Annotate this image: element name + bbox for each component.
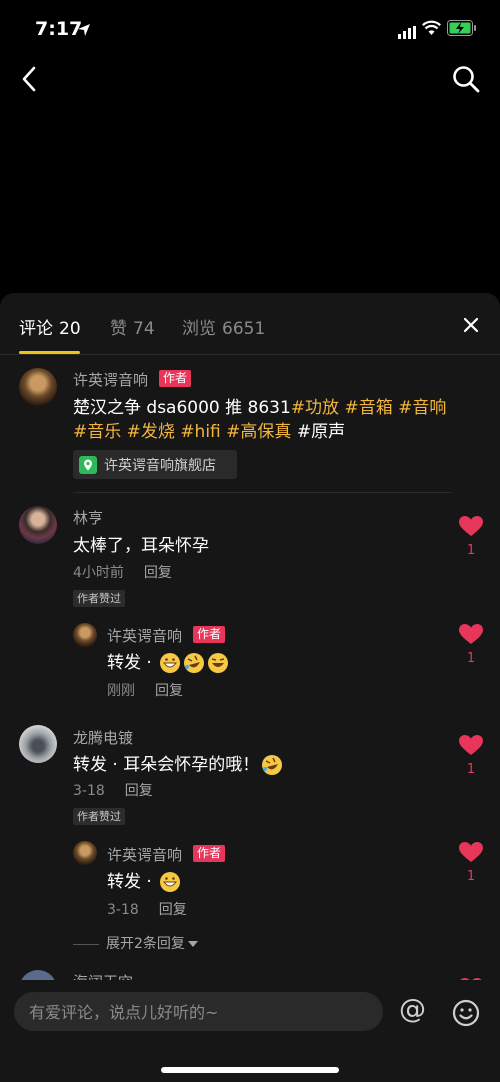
tab-comments[interactable]: 评论 20 bbox=[19, 314, 81, 339]
reply-time: 3-18 bbox=[107, 902, 139, 918]
status-time: 7:17 bbox=[35, 18, 83, 40]
author-badge: 作者 bbox=[193, 845, 226, 862]
heart-icon bbox=[458, 735, 484, 760]
cellular-signal-icon bbox=[398, 24, 416, 43]
reply-button[interactable]: 回复 bbox=[159, 902, 187, 918]
rofl-emoji-icon bbox=[261, 754, 283, 776]
rofl-emoji-icon bbox=[183, 652, 205, 674]
reply-button[interactable]: 回复 bbox=[155, 683, 183, 699]
post-text-line2: #音乐 #发烧 #hifi #高保真 #原声 bbox=[73, 417, 345, 442]
heart-icon bbox=[458, 842, 484, 867]
like-button[interactable]: 1 bbox=[458, 841, 484, 884]
author-badge: 作者 bbox=[193, 626, 226, 643]
laughing-emoji-icon bbox=[207, 652, 229, 674]
comment-meta: 4小时前 回复 bbox=[73, 562, 172, 582]
avatar[interactable] bbox=[19, 725, 57, 763]
tabs-divider bbox=[0, 354, 500, 355]
grinning-emoji-icon bbox=[159, 871, 181, 893]
hashtag[interactable]: #发烧 bbox=[127, 422, 175, 442]
back-arrow-icon[interactable] bbox=[18, 64, 42, 98]
expand-line bbox=[73, 943, 99, 945]
avatar[interactable] bbox=[73, 623, 97, 647]
comment-time: 3-18 bbox=[73, 783, 105, 799]
post-separator bbox=[73, 492, 452, 493]
hashtag[interactable]: #音响 bbox=[398, 398, 446, 418]
reply-meta: 刚刚 回复 bbox=[107, 680, 183, 700]
status-bar: 7:17 bbox=[0, 0, 500, 60]
reply-text: 转发 · bbox=[107, 648, 229, 674]
reply-meta: 3-18 回复 bbox=[107, 899, 187, 919]
comment-text: 转发 · 耳朵会怀孕的哦！ bbox=[73, 750, 283, 776]
search-icon[interactable] bbox=[451, 64, 481, 98]
tab-views[interactable]: 浏览 6651 bbox=[182, 314, 265, 339]
like-button[interactable]: 1 bbox=[458, 515, 484, 558]
author-badge: 作者 bbox=[159, 370, 192, 387]
hashtag[interactable]: #原声 bbox=[297, 422, 345, 442]
reply-time: 刚刚 bbox=[107, 683, 135, 699]
reply-author-name[interactable]: 许英谔音响 bbox=[107, 844, 182, 865]
comment-meta: 3-18 回复 bbox=[73, 780, 153, 800]
like-count: 1 bbox=[466, 651, 476, 666]
tab-likes[interactable]: 赞 74 bbox=[110, 314, 155, 339]
reply-button[interactable]: 回复 bbox=[144, 565, 172, 581]
battery-charging-icon bbox=[447, 20, 477, 40]
comment-input-wrapper bbox=[14, 992, 383, 1033]
heart-icon bbox=[458, 624, 484, 649]
comment-time: 4小时前 bbox=[73, 565, 124, 581]
author-liked-badge: 作者赞过 bbox=[73, 808, 125, 825]
reply-button[interactable]: 回复 bbox=[125, 783, 153, 799]
hashtag[interactable]: #音乐 bbox=[73, 422, 121, 442]
hashtag[interactable]: #hifi bbox=[180, 422, 220, 442]
commenter-name[interactable]: 龙腾电镀 bbox=[73, 727, 133, 748]
post-text-line1: 楚汉之争 dsa6000 推 8631#功放 #音箱 #音响 bbox=[73, 398, 447, 418]
location-arrow-icon bbox=[77, 22, 91, 41]
author-liked-badge: 作者赞过 bbox=[73, 590, 125, 607]
avatar[interactable] bbox=[19, 368, 57, 406]
post-author-name[interactable]: 许英谔音响 bbox=[73, 369, 148, 390]
hashtag[interactable]: #功放 bbox=[291, 398, 339, 418]
like-button[interactable]: 1 bbox=[458, 734, 484, 777]
expand-replies[interactable]: 展开2条回复 bbox=[73, 933, 198, 953]
comment-text: 太棒了，耳朵怀孕 bbox=[73, 536, 209, 556]
location-pin-icon bbox=[79, 456, 97, 478]
like-button[interactable]: 1 bbox=[458, 623, 484, 666]
emoji-picker-icon[interactable] bbox=[452, 999, 480, 1031]
avatar[interactable] bbox=[73, 841, 97, 865]
reply-author-name[interactable]: 许英谔音响 bbox=[107, 625, 182, 646]
hashtag[interactable]: #音箱 bbox=[344, 398, 392, 418]
wifi-icon bbox=[422, 20, 441, 40]
comment-tabs: 评论 20 赞 74 浏览 6651 bbox=[0, 293, 500, 355]
commenter-name[interactable]: 林亨 bbox=[73, 507, 103, 528]
like-count: 1 bbox=[466, 869, 476, 884]
home-indicator bbox=[161, 1067, 339, 1073]
shop-label: 许英谔音响旗舰店 bbox=[104, 458, 216, 474]
mention-icon[interactable]: @ bbox=[399, 994, 426, 1025]
hashtag[interactable]: #高保真 bbox=[226, 422, 291, 442]
like-count: 1 bbox=[466, 543, 476, 558]
close-icon[interactable] bbox=[461, 315, 481, 339]
comments-panel: 评论 20 赞 74 浏览 6651 许英谔音响 作者 楚汉之争 dsa6000 推 … bbox=[0, 293, 500, 1082]
shop-link[interactable]: 许英谔音响旗舰店 bbox=[73, 450, 237, 479]
caret-down-icon bbox=[187, 936, 198, 952]
heart-icon bbox=[458, 516, 484, 541]
avatar[interactable] bbox=[19, 506, 57, 544]
grinning-emoji-icon bbox=[159, 652, 181, 674]
reply-text: 转发 · bbox=[107, 867, 181, 893]
comment-input[interactable] bbox=[27, 992, 371, 1033]
like-count: 1 bbox=[466, 762, 476, 777]
